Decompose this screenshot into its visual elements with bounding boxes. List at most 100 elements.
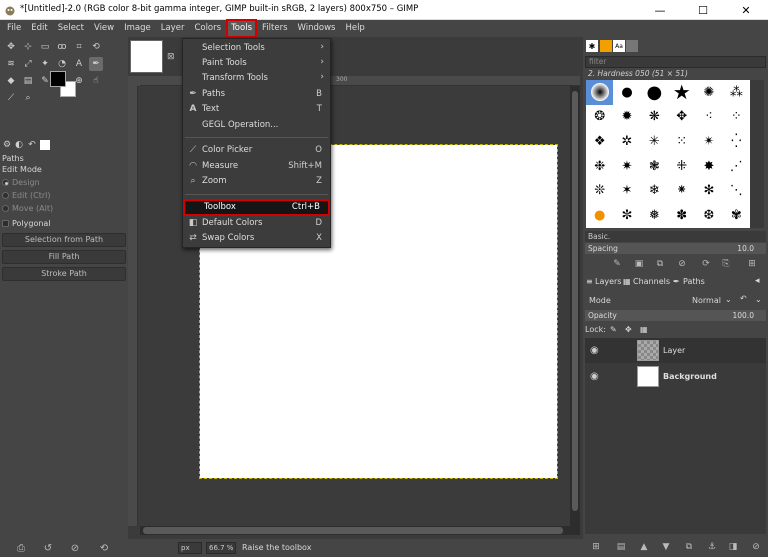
gradient-icon[interactable]: ▤ bbox=[21, 74, 35, 88]
smudge-icon[interactable]: ☝ bbox=[89, 74, 103, 88]
spacing-slider[interactable]: Spacing 10.0 bbox=[585, 243, 766, 254]
menu-item-transform-tools[interactable]: Transform Tools › bbox=[183, 71, 330, 86]
selection-from-path-button[interactable]: Selection from Path bbox=[2, 233, 126, 247]
images-tab-icon[interactable] bbox=[40, 140, 50, 150]
menu-select[interactable]: Select bbox=[53, 21, 89, 36]
refresh-brushes-icon[interactable]: ⟳ bbox=[700, 258, 712, 270]
brush-item[interactable]: ⁘ bbox=[723, 105, 750, 130]
menu-filters[interactable]: Filters bbox=[257, 21, 292, 36]
layer-row-background[interactable]: ◉ Background bbox=[585, 364, 766, 389]
brush-item[interactable]: ● bbox=[641, 80, 668, 105]
stroke-path-button[interactable]: Stroke Path bbox=[2, 267, 126, 281]
bucket-fill-icon[interactable]: ◆ bbox=[4, 74, 18, 88]
save-options-icon[interactable]: ⎙ bbox=[15, 542, 27, 554]
move-mode-radio[interactable]: Move (Alt) bbox=[0, 202, 128, 215]
brush-filter-input[interactable]: filter bbox=[585, 56, 766, 68]
new-brush-icon[interactable]: ▣ bbox=[633, 258, 645, 270]
brush-item[interactable]: ❃ bbox=[641, 154, 668, 179]
brush-item[interactable]: ✴ bbox=[695, 129, 722, 154]
layer-row-layer[interactable]: ◉ Layer bbox=[585, 338, 766, 363]
maximize-button[interactable]: ☐ bbox=[681, 0, 725, 20]
design-mode-radio[interactable]: Design bbox=[0, 176, 128, 189]
brush-scrollbar[interactable] bbox=[750, 80, 764, 228]
anchor-layer-icon[interactable]: ⚓ bbox=[706, 541, 718, 553]
delete-brush-icon[interactable]: ⊘ bbox=[676, 258, 688, 270]
brush-item[interactable]: ⁖ bbox=[695, 105, 722, 130]
brush-item[interactable]: ★ bbox=[668, 80, 695, 105]
scroll-thumb[interactable] bbox=[143, 527, 563, 534]
align-tool-icon[interactable]: ⊹ bbox=[21, 40, 35, 54]
lock-pixels-icon[interactable]: ✎ bbox=[610, 324, 617, 336]
menu-item-measure[interactable]: ◠ Measure Shift+M bbox=[183, 159, 330, 174]
menu-windows[interactable]: Windows bbox=[293, 21, 341, 36]
new-layer-icon[interactable]: ⊞ bbox=[590, 541, 602, 553]
brush-item[interactable]: ⁜ bbox=[668, 154, 695, 179]
menu-item-paths[interactable]: ✒ Paths B bbox=[183, 87, 330, 102]
undo-history-tab-icon[interactable]: ↶ bbox=[27, 140, 37, 150]
menu-item-text[interactable]: A Text T bbox=[183, 102, 330, 117]
brush-item[interactable]: ❂ bbox=[586, 105, 613, 130]
brush-item[interactable]: ⁂ bbox=[723, 80, 750, 105]
layers-tab[interactable]: ≡ Layers bbox=[583, 275, 621, 289]
brush-item[interactable]: ✺ bbox=[695, 80, 722, 105]
brush-item[interactable]: ✥ bbox=[668, 105, 695, 130]
brushes-tab-icon[interactable]: ✱ bbox=[586, 40, 598, 52]
fill-path-button[interactable]: Fill Path bbox=[2, 250, 126, 264]
opacity-slider[interactable]: Opacity 100.0 bbox=[585, 310, 766, 321]
brush-item[interactable]: ✳ bbox=[641, 129, 668, 154]
brush-item[interactable]: ⋰ bbox=[723, 154, 750, 179]
paths-tool-icon[interactable]: ✒ bbox=[89, 57, 103, 71]
layer-name[interactable]: Background bbox=[663, 372, 717, 381]
layer-name[interactable]: Layer bbox=[663, 346, 685, 355]
vertical-scrollbar[interactable] bbox=[570, 86, 580, 526]
visibility-eye-icon[interactable]: ◉ bbox=[590, 371, 599, 382]
menu-view[interactable]: View bbox=[89, 21, 119, 36]
brush-edit-icon[interactable]: ✎ bbox=[611, 258, 623, 270]
brush-item[interactable]: ❊ bbox=[586, 179, 613, 204]
menu-item-toolbox[interactable]: Toolbox Ctrl+B bbox=[183, 199, 330, 216]
foreground-select-icon[interactable]: ◔ bbox=[55, 57, 69, 71]
device-status-tab-icon[interactable]: ◐ bbox=[14, 140, 24, 150]
brush-item[interactable]: ❄ bbox=[641, 179, 668, 204]
brush-preset-select[interactable]: Basic. bbox=[585, 231, 766, 242]
brush-item[interactable]: ❉ bbox=[586, 154, 613, 179]
mode-select[interactable]: Normal bbox=[692, 296, 721, 305]
channels-tab[interactable]: ▦ Channels bbox=[621, 275, 671, 289]
brush-grid[interactable]: ● ● ★ ✺ ⁂ ❂ ✹ ❋ ✥ ⁖ ⁘ ❖ ✲ ✳ ⁙ ✴ ⁛ ❉ ✷ ❃ … bbox=[586, 80, 750, 228]
lock-alpha-icon[interactable]: ▦ bbox=[640, 324, 648, 336]
brush-item[interactable]: ✶ bbox=[613, 179, 640, 204]
mode-reset-icon[interactable]: ↶ bbox=[740, 294, 747, 303]
foreground-color-swatch[interactable] bbox=[50, 71, 66, 87]
duplicate-brush-icon[interactable]: ⧉ bbox=[654, 258, 666, 270]
brush-item[interactable]: ✹ bbox=[613, 105, 640, 130]
raise-layer-icon[interactable]: ▲ bbox=[638, 541, 650, 553]
scroll-thumb[interactable] bbox=[572, 91, 578, 511]
move-tool-icon[interactable]: ✥ bbox=[4, 40, 18, 54]
scale-icon[interactable]: ⤢ bbox=[21, 57, 35, 71]
brush-as-image-icon[interactable]: ⎘ bbox=[720, 258, 732, 270]
close-image-tab-icon[interactable]: ⊠ bbox=[167, 52, 175, 62]
patterns-tab-icon[interactable] bbox=[600, 40, 612, 52]
brush-item[interactable]: ✲ bbox=[613, 129, 640, 154]
brush-item[interactable]: ⁕ bbox=[668, 179, 695, 204]
restore-options-icon[interactable]: ↺ bbox=[42, 542, 54, 554]
menu-item-color-picker[interactable]: ⟋ Color Picker O bbox=[183, 143, 330, 158]
polygonal-checkbox[interactable]: Polygonal bbox=[0, 217, 128, 230]
brush-item[interactable]: ✷ bbox=[613, 154, 640, 179]
brush-item[interactable]: ❋ bbox=[641, 105, 668, 130]
new-group-icon[interactable]: ▤ bbox=[615, 541, 627, 553]
duplicate-layer-icon[interactable]: ⧉ bbox=[683, 541, 695, 553]
rect-select-icon[interactable]: ▭ bbox=[38, 40, 52, 54]
crop-icon[interactable]: ⌗ bbox=[72, 40, 86, 54]
brush-item[interactable]: ✼ bbox=[613, 203, 640, 228]
menu-item-zoom[interactable]: ⌕ Zoom Z bbox=[183, 174, 330, 189]
menu-layer[interactable]: Layer bbox=[156, 21, 190, 36]
mode-dropdown-icon[interactable]: ⌄ bbox=[725, 295, 732, 304]
zoom-select[interactable]: 66.7 % bbox=[206, 542, 236, 554]
lock-position-icon[interactable]: ✥ bbox=[625, 324, 632, 336]
menu-item-default-colors[interactable]: ◧ Default Colors D bbox=[183, 216, 330, 231]
color-picker-tool-icon[interactable]: ⟋ bbox=[4, 91, 18, 105]
layer-mask-icon[interactable]: ◨ bbox=[727, 541, 739, 553]
delete-options-icon[interactable]: ⊘ bbox=[69, 542, 81, 554]
menu-colors[interactable]: Colors bbox=[189, 21, 226, 36]
